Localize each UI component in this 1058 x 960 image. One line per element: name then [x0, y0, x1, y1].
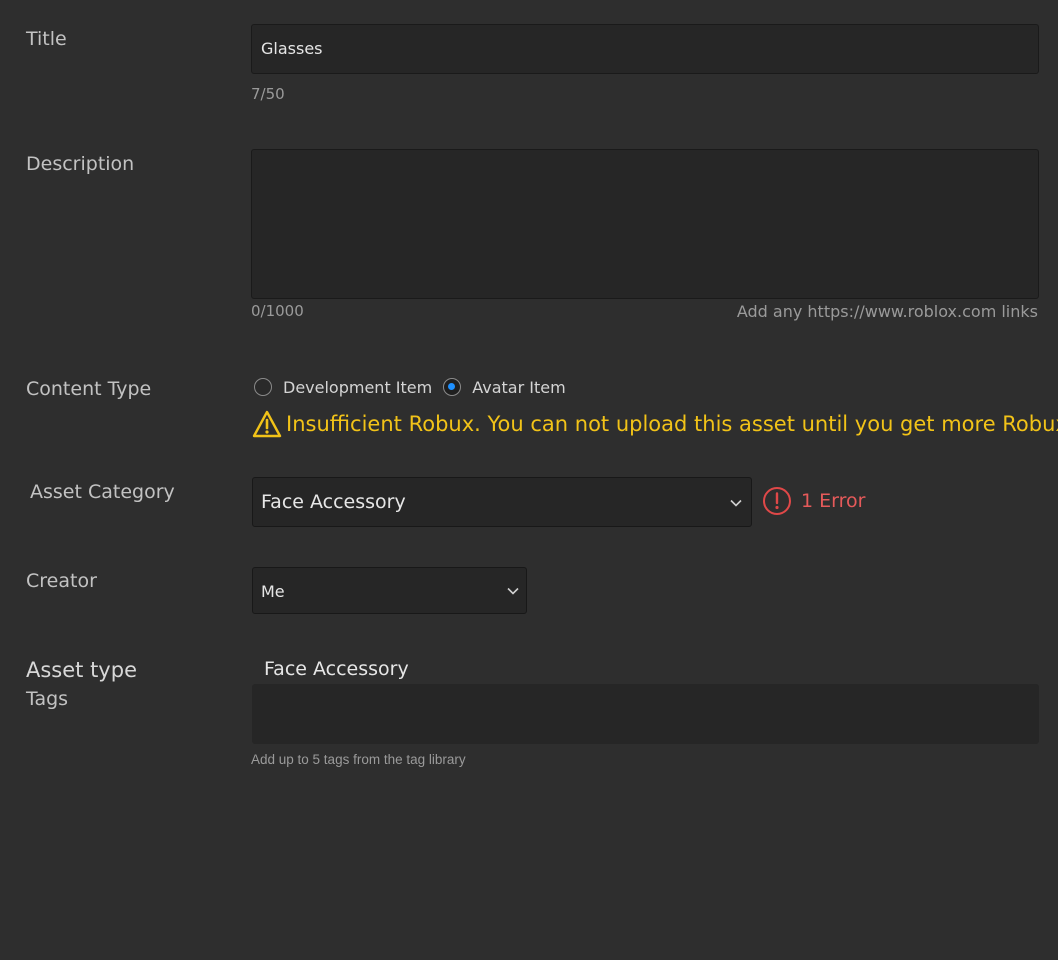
- creator-select[interactable]: Me: [252, 567, 527, 614]
- chevron-down-icon: [730, 499, 742, 507]
- content-type-label: Content Type: [26, 378, 152, 400]
- error-count-text: 1 Error: [801, 490, 866, 512]
- title-input-value: Glasses: [261, 39, 323, 58]
- asset-type-value: Face Accessory: [264, 658, 409, 680]
- description-textarea[interactable]: [251, 149, 1039, 299]
- asset-type-label: Asset type: [26, 658, 137, 682]
- tags-label: Tags: [26, 688, 69, 710]
- asset-category-selected: Face Accessory: [261, 491, 406, 513]
- content-type-radio-group: Development Item Avatar Item: [254, 376, 577, 398]
- asset-category-label: Asset Category: [30, 481, 175, 503]
- creator-label: Creator: [26, 570, 97, 592]
- development-item-label[interactable]: Development Item: [283, 378, 432, 397]
- chevron-down-icon: [507, 587, 519, 595]
- description-links-hint: Add any https://www.roblox.com links: [736, 302, 1038, 321]
- asset-category-select[interactable]: Face Accessory: [252, 477, 752, 527]
- tags-input[interactable]: [252, 684, 1039, 744]
- description-char-counter: 0/1000: [251, 302, 304, 320]
- title-input[interactable]: Glasses: [251, 24, 1039, 74]
- tags-hint: Add up to 5 tags from the tag library: [251, 752, 466, 767]
- avatar-item-label[interactable]: Avatar Item: [472, 378, 565, 397]
- title-label: Title: [26, 28, 67, 50]
- creator-selected: Me: [261, 582, 285, 601]
- development-item-radio[interactable]: [254, 378, 272, 396]
- asset-upload-form: Title Glasses 7/50 Description 0/1000 Ad…: [0, 0, 1058, 960]
- asset-category-error: 1 Error: [762, 486, 865, 516]
- description-label: Description: [26, 153, 135, 175]
- error-circle-icon: [763, 487, 791, 515]
- warning-triangle-icon: [252, 410, 282, 438]
- insufficient-robux-warning: Insufficient Robux. You can not upload t…: [252, 410, 1058, 438]
- title-char-counter: 7/50: [251, 85, 285, 103]
- warning-text: Insufficient Robux. You can not upload t…: [286, 412, 1058, 436]
- avatar-item-radio[interactable]: [443, 378, 462, 396]
